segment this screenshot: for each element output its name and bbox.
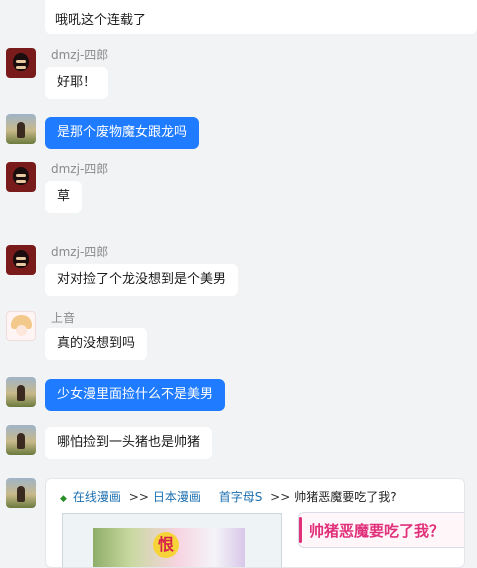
message-text: 少女漫里面捡什么不是美男 <box>57 387 214 402</box>
message-row: 哪怕捡到一头猪也是帅猪 <box>0 421 477 461</box>
message-text: 草 <box>57 189 71 204</box>
message-text: 哦吼这个连载了 <box>55 13 147 28</box>
message-bubble[interactable]: 草 <box>45 181 83 213</box>
message-bubble[interactable]: 哪怕捡到一头猪也是帅猪 <box>45 427 213 459</box>
message-text: 对对捡了个龙没想到是个美男 <box>57 272 227 287</box>
message-bubble[interactable]: 是那个废物魔女跟龙吗 <box>45 117 200 149</box>
avatar[interactable] <box>6 114 36 144</box>
avatar[interactable] <box>6 478 36 508</box>
link-card[interactable]: ◆ 在线漫画 >> 日本漫画 首字母S >> 帅猪恶魔要吃了我? 恨 帅猪恶魔要吃了我… <box>45 478 465 568</box>
sender-name: dmzj-四郎 <box>51 162 109 176</box>
message-bubble[interactable]: 少女漫里面捡什么不是美男 <box>45 379 226 411</box>
message-row: 上音 真的没想到吗 <box>0 307 477 367</box>
avatar[interactable] <box>6 377 36 407</box>
avatar[interactable] <box>6 245 36 275</box>
manga-title-box[interactable]: 帅猪恶魔要吃了我？ <box>298 512 464 548</box>
message-text: 哪怕捡到一头猪也是帅猪 <box>57 435 201 450</box>
sender-name: dmzj-四郎 <box>51 245 109 259</box>
breadcrumb-link-japanese-manga[interactable]: 日本漫画 <box>153 490 201 504</box>
cover-title-glyph: 恨 <box>153 532 179 558</box>
breadcrumb-separator: >> <box>270 490 291 504</box>
sender-name: 上音 <box>51 311 76 325</box>
breadcrumb-link-online-manga[interactable]: 在线漫画 <box>73 490 121 504</box>
breadcrumb-separator: >> <box>128 490 149 504</box>
bullet-icon: ◆ <box>60 494 67 504</box>
manga-title: 帅猪恶魔要吃了我？ <box>309 522 445 540</box>
cover-image[interactable]: 恨 <box>93 528 245 567</box>
message-bubble[interactable]: 哦吼这个连载了 <box>45 0 477 34</box>
message-row: 哦吼这个连载了 <box>0 0 477 36</box>
message-text: 好耶！ <box>57 75 97 90</box>
avatar[interactable] <box>6 425 36 455</box>
cover-frame: 恨 <box>62 513 282 567</box>
message-row: 是那个废物魔女跟龙吗 <box>0 112 477 152</box>
message-row: dmzj-四郎 对对捡了个龙没想到是个美男 <box>0 241 477 301</box>
avatar[interactable] <box>6 162 36 192</box>
message-row: dmzj-四郎 好耶！ <box>0 44 477 104</box>
message-row: dmzj-四郎 草 <box>0 158 477 218</box>
message-text: 真的没想到吗 <box>57 336 136 351</box>
message-bubble[interactable]: 真的没想到吗 <box>45 328 148 360</box>
breadcrumb: ◆ 在线漫画 >> 日本漫画 首字母S >> 帅猪恶魔要吃了我? <box>60 488 397 505</box>
avatar[interactable] <box>6 48 36 78</box>
message-row: 少女漫里面捡什么不是美男 <box>0 373 477 413</box>
avatar[interactable] <box>6 311 36 341</box>
message-bubble[interactable]: 对对捡了个龙没想到是个美男 <box>45 264 239 296</box>
message-text: 是那个废物魔女跟龙吗 <box>57 125 188 140</box>
breadcrumb-link-initial-s[interactable]: 首字母S <box>219 490 263 504</box>
breadcrumb-current: 帅猪恶魔要吃了我? <box>294 490 397 504</box>
sender-name: dmzj-四郎 <box>51 48 109 62</box>
message-bubble[interactable]: 好耶！ <box>45 67 109 99</box>
